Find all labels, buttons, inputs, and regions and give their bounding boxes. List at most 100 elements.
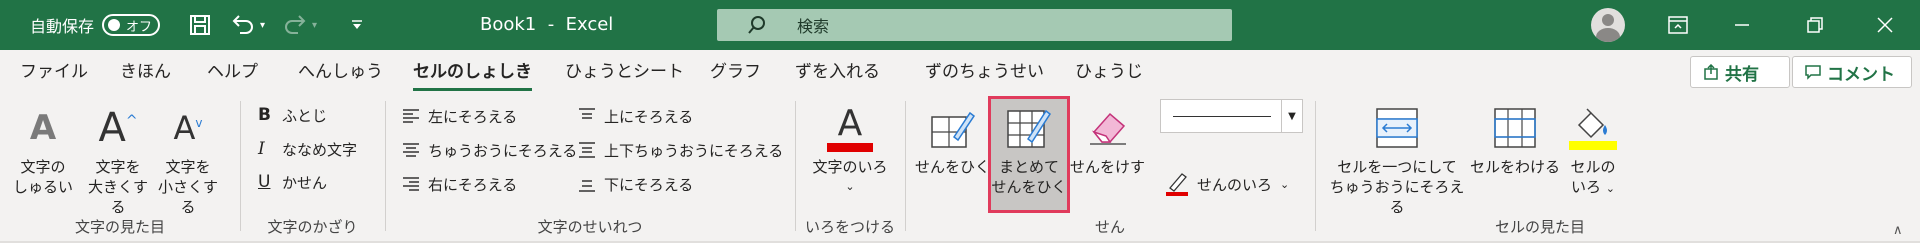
erase-border-label: せんをけす [1070,158,1146,176]
underline-icon: U [258,172,271,192]
tab-edit[interactable]: へんしゅう [298,50,383,95]
align-bottom-button[interactable]: 下にそろえる [578,172,693,196]
line-color-button[interactable]: せんのいろ ⌄ [1165,172,1289,196]
align-top-button[interactable]: 上にそろえる [578,104,693,128]
group-separator [795,101,796,231]
customize-qat-button[interactable] [350,0,364,50]
shrink-font-button[interactable]: Av 文字を 小さくする [152,99,224,217]
grow-font-label-2: 大きくする [87,178,148,216]
merge-center-button[interactable]: セルを一つにして ちゅうおうにそろえる [1328,99,1466,217]
redo-button[interactable]: ▾ [282,0,317,50]
align-left-label: 左にそろえる [428,107,518,126]
align-center-button[interactable]: ちゅうおうにそろえる [402,138,577,162]
comment-button[interactable]: コメント [1792,56,1912,88]
font-type-icon: A [29,108,57,148]
font-color-icon: A [827,99,873,157]
tab-file[interactable]: ファイル [20,50,88,95]
title-bar: 自動保存 オフ ▾ ▾ Book1 - Excel 検索 [0,0,1920,50]
ribbon-display-icon [1668,16,1688,34]
grow-font-button[interactable]: A ^ 文字を 大きくする [84,99,152,217]
tab-table-sheet[interactable]: ひょうとシート [565,50,684,95]
search-box[interactable]: 検索 [717,9,1232,41]
cell-fill-dropdown-icon[interactable]: ⌄ [1606,182,1615,195]
align-center-label: ちゅうおうにそろえる [428,141,578,160]
undo-dropdown-icon[interactable]: ▾ [260,20,265,31]
align-right-label: 右にそろえる [428,175,518,194]
group-label-decor: 文字のかざり [267,218,358,236]
align-top-icon [579,108,595,119]
tab-figure-adjust[interactable]: ずのちょうせい [925,50,1044,95]
align-bottom-icon [579,180,595,192]
bold-icon: B [258,105,271,125]
group-separator [1315,101,1316,231]
eraser-icon [1086,99,1130,157]
tab-cell-format[interactable]: セルのしょしき [413,50,532,95]
autosave-label: 自動保存 [30,17,95,36]
tab-help[interactable]: ヘルプ [207,50,258,95]
italic-label: ななめ文字 [282,140,358,159]
tab-chart[interactable]: グラフ [710,50,761,95]
close-button[interactable] [1855,0,1915,50]
ribbon: A 文字の しゅるい A ^ 文字を 大きくする Av 文字を 小さくする 文字の… [0,95,1920,241]
underline-button[interactable]: U かせん [258,170,327,194]
line-style-preview [1173,116,1271,117]
split-cell-button[interactable]: セルをわける [1470,99,1560,177]
line-color-swatch [1166,192,1188,196]
font-type-label-1: 文字の [20,158,66,176]
share-icon [1704,64,1718,80]
align-bottom-label: 下にそろえる [604,175,694,194]
align-center-icon [403,143,419,157]
autosave-toggle[interactable]: オフ [102,14,161,36]
font-color-button[interactable]: A 文字のいろ ⌄ [805,99,895,197]
bold-label: ふとじ [282,106,328,125]
draw-border-grid-button[interactable]: まとめて せんをひく [988,99,1070,197]
shrink-font-label-1: 文字を [165,158,211,176]
collapse-ribbon-icon[interactable]: ∧ [1893,223,1903,238]
minimize-icon [1735,24,1749,26]
erase-border-button[interactable]: せんをけす [1070,99,1145,177]
line-color-icon [1166,173,1188,196]
align-left-button[interactable]: 左にそろえる [402,104,517,128]
align-right-icon [403,177,419,191]
share-label: 共有 [1725,64,1759,85]
tab-view[interactable]: ひょうじ [1075,50,1143,95]
tab-home[interactable]: きほん [120,50,171,95]
restore-button[interactable] [1785,0,1845,50]
share-button[interactable]: 共有 [1690,56,1790,88]
tab-insert-figure[interactable]: ずを入れる [795,50,880,95]
autosave-state: オフ [126,19,153,35]
group-label-color: いろをつける [804,218,895,236]
line-style-dropdown-icon[interactable]: ▼ [1281,100,1302,132]
align-middle-button[interactable]: 上下ちゅうおうにそろえる [578,138,783,162]
minimize-button[interactable] [1712,0,1772,50]
save-button[interactable] [188,0,212,50]
draw-border-button[interactable]: せんをひく [915,99,990,177]
cell-fill-swatch [1569,140,1617,150]
ribbon-tabs: ファイル きほん ヘルプ へんしゅう セルのしょしき ひょうとシート グラフ ず… [0,50,1920,95]
group-label-cell: セルの見た目 [1494,218,1585,236]
avatar-icon [1591,8,1625,42]
restore-icon [1807,17,1823,33]
bold-button[interactable]: B ふとじ [258,103,327,127]
grow-font-icon: A ^ [98,105,138,151]
ribbon-display-button[interactable] [1648,0,1708,50]
line-color-label: せんのいろ [1197,175,1273,194]
redo-dropdown-icon[interactable]: ▾ [312,20,317,31]
align-right-button[interactable]: 右にそろえる [402,172,517,196]
line-color-dropdown-icon[interactable]: ⌄ [1280,178,1289,191]
draw-border-grid-icon [1006,99,1052,157]
italic-button[interactable]: I ななめ文字 [258,137,357,161]
font-type-button[interactable]: A 文字の しゅるい [12,99,74,197]
cell-fill-label-1: セルの [1570,158,1616,176]
cell-fill-button[interactable]: セルの いろ ⌄ [1562,99,1624,199]
account-button[interactable] [1578,0,1638,50]
align-left-icon [403,109,419,123]
undo-button[interactable]: ▾ [230,0,265,50]
search-icon [748,16,765,34]
autosave-control[interactable]: 自動保存 オフ [30,0,161,50]
draw-border-label: せんをひく [915,158,991,176]
font-color-label: 文字のいろ [812,158,888,176]
line-style-select[interactable]: ▼ [1160,99,1303,133]
font-color-dropdown-icon[interactable]: ⌄ [845,177,854,197]
align-middle-icon [579,142,595,158]
